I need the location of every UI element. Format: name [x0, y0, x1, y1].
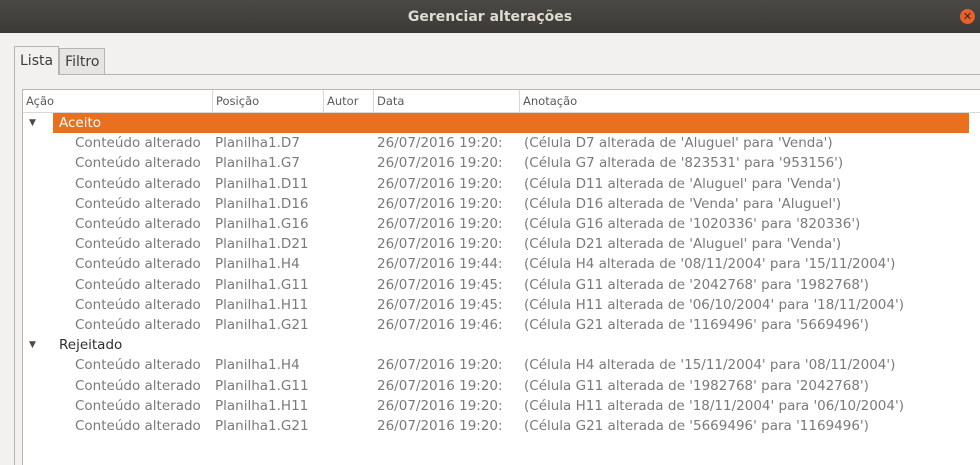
row-action: Conteúdo alterado [75, 296, 201, 313]
row-position: Planilha1.H11 [215, 296, 309, 313]
row-date: 26/07/2016 19:20: [377, 397, 503, 414]
row-annotation: (Célula G16 alterada de '1020336' para '… [524, 216, 861, 232]
row-action: Conteúdo alterado [75, 377, 201, 394]
row-position: Planilha1.G11 [215, 276, 309, 293]
column-header-anotacao[interactable]: Anotação [520, 90, 980, 112]
tree-group-label: Rejeitado [59, 337, 123, 354]
row-position: Planilha1.D21 [215, 236, 309, 253]
row-annotation: (Célula H4 alterada de '08/11/2004' para… [524, 256, 896, 273]
row-date: 26/07/2016 19:20: [377, 236, 503, 253]
row-annotation: (Célula D21 alterada de 'Aluguel' para '… [524, 236, 842, 253]
row-action: Conteúdo alterado [75, 135, 201, 152]
row-action: Conteúdo alterado [75, 317, 201, 333]
row-annotation: (Célula H11 alterada de '06/10/2004' par… [524, 296, 904, 313]
row-position: Planilha1.G21 [215, 317, 309, 333]
row-position: Planilha1.D7 [215, 135, 300, 152]
row-date: 26/07/2016 19:20: [377, 155, 503, 172]
column-header-posicao[interactable]: Posição [213, 90, 324, 112]
list-item[interactable]: Conteúdo alterado Planilha1.H11 26/07/2016… [23, 295, 980, 315]
row-action: Conteúdo alterado [75, 357, 201, 374]
row-position: Planilha1.H4 [215, 256, 300, 273]
row-annotation: (Célula D16 alterada de 'Venda' para 'Al… [524, 195, 842, 212]
list-item[interactable]: Conteúdo alterado Planilha1.D7 26/07/2016 … [23, 133, 980, 153]
list-item[interactable]: Conteúdo alterado Planilha1.G11 26/07/2016… [23, 376, 980, 396]
tab-filtro[interactable]: Filtro [59, 48, 106, 75]
row-position: Planilha1.G21 [215, 418, 309, 434]
list-item[interactable]: Conteúdo alterado Planilha1.G21 26/07/2016… [23, 315, 980, 335]
row-annotation: (Célula G11 alterada de '2042768' para '… [524, 276, 869, 293]
list-item[interactable]: Conteúdo alterado Planilha1.D21 26/07/2016… [23, 234, 980, 254]
row-annotation: (Célula H4 alterada de '15/11/2004' para… [524, 357, 896, 374]
row-annotation: (Célula G11 alterada de '1982768' para '… [524, 377, 869, 394]
expand-triangle-icon[interactable]: ▼ [29, 335, 36, 355]
row-annotation: (Célula G7 alterada de '823531' para '95… [524, 155, 844, 172]
row-position: Planilha1.G11 [215, 377, 309, 394]
row-position: Planilha1.D11 [215, 175, 309, 192]
tab-bar: Lista Filtro [14, 46, 106, 75]
row-annotation: (Célula G21 alterada de '5669496' para '… [524, 418, 869, 434]
row-date: 26/07/2016 19:20: [377, 216, 503, 232]
changes-list[interactable]: Ação Posição Autor Data Anotação ▼ Aceito… [22, 89, 980, 465]
list-header: Ação Posição Autor Data Anotação [23, 90, 980, 113]
row-annotation: (Célula G21 alterada de '1169496' para '… [524, 317, 869, 333]
row-date: 26/07/2016 19:46: [377, 317, 503, 333]
row-date: 26/07/2016 19:20: [377, 135, 503, 152]
column-header-acao[interactable]: Ação [23, 90, 213, 112]
list-item[interactable]: Conteúdo alterado Planilha1.D16 26/07/2016… [23, 194, 980, 214]
row-action: Conteúdo alterado [75, 175, 201, 192]
row-action: Conteúdo alterado [75, 195, 201, 212]
list-item[interactable]: Conteúdo alterado Planilha1.G21 26/07/2016… [23, 416, 980, 436]
close-icon[interactable]: ✕ [960, 9, 975, 24]
column-header-data[interactable]: Data [374, 90, 520, 112]
row-annotation: (Célula H11 alterada de '18/11/2004' par… [524, 397, 904, 414]
row-date: 26/07/2016 19:20: [377, 175, 503, 192]
tree-group-rejeitado[interactable]: ▼ Rejeitado [23, 335, 980, 355]
column-header-autor[interactable]: Autor [324, 90, 374, 112]
row-position: Planilha1.H4 [215, 357, 300, 374]
list-item[interactable]: Conteúdo alterado Planilha1.G11 26/07/2016… [23, 275, 980, 295]
list-item[interactable]: Conteúdo alterado Planilha1.H4 26/07/2016 … [23, 254, 980, 274]
row-date: 26/07/2016 19:44: [377, 256, 503, 273]
list-item[interactable]: Conteúdo alterado Planilha1.G16 26/07/2016… [23, 214, 980, 234]
row-action: Conteúdo alterado [75, 236, 201, 253]
expand-triangle-icon[interactable]: ▼ [29, 113, 36, 133]
list-item[interactable]: Conteúdo alterado Planilha1.D11 26/07/2016… [23, 174, 980, 194]
row-date: 26/07/2016 19:20: [377, 377, 503, 394]
list-item[interactable]: Conteúdo alterado Planilha1.H11 26/07/2016… [23, 396, 980, 416]
list-item[interactable]: Conteúdo alterado Planilha1.H4 26/07/2016 … [23, 355, 980, 375]
tree-group-label: Aceito [56, 113, 105, 133]
row-date: 26/07/2016 19:20: [377, 418, 503, 434]
row-action: Conteúdo alterado [75, 216, 201, 232]
row-date: 26/07/2016 19:20: [377, 357, 503, 374]
row-annotation: (Célula D11 alterada de 'Aluguel' para '… [524, 175, 842, 192]
row-position: Planilha1.G7 [215, 155, 300, 172]
tree-group-aceito[interactable]: ▼ Aceito [23, 113, 980, 133]
row-action: Conteúdo alterado [75, 256, 201, 273]
title-bar: Gerenciar alterações ✕ [0, 0, 980, 33]
row-position: Planilha1.D16 [215, 195, 309, 212]
row-date: 26/07/2016 19:20: [377, 195, 503, 212]
row-annotation: (Célula D7 alterada de 'Aluguel' para 'V… [524, 135, 833, 152]
row-position: Planilha1.G16 [215, 216, 309, 232]
row-date: 26/07/2016 19:45: [377, 276, 503, 293]
row-action: Conteúdo alterado [75, 397, 201, 414]
row-position: Planilha1.H11 [215, 397, 309, 414]
row-action: Conteúdo alterado [75, 155, 201, 172]
row-date: 26/07/2016 19:45: [377, 296, 503, 313]
row-action: Conteúdo alterado [75, 418, 201, 434]
window-title: Gerenciar alterações [407, 8, 573, 25]
selection-highlight [53, 113, 969, 133]
list-item[interactable]: Conteúdo alterado Planilha1.G7 26/07/2016 … [23, 153, 980, 173]
row-action: Conteúdo alterado [75, 276, 201, 293]
tab-lista[interactable]: Lista [14, 46, 60, 75]
